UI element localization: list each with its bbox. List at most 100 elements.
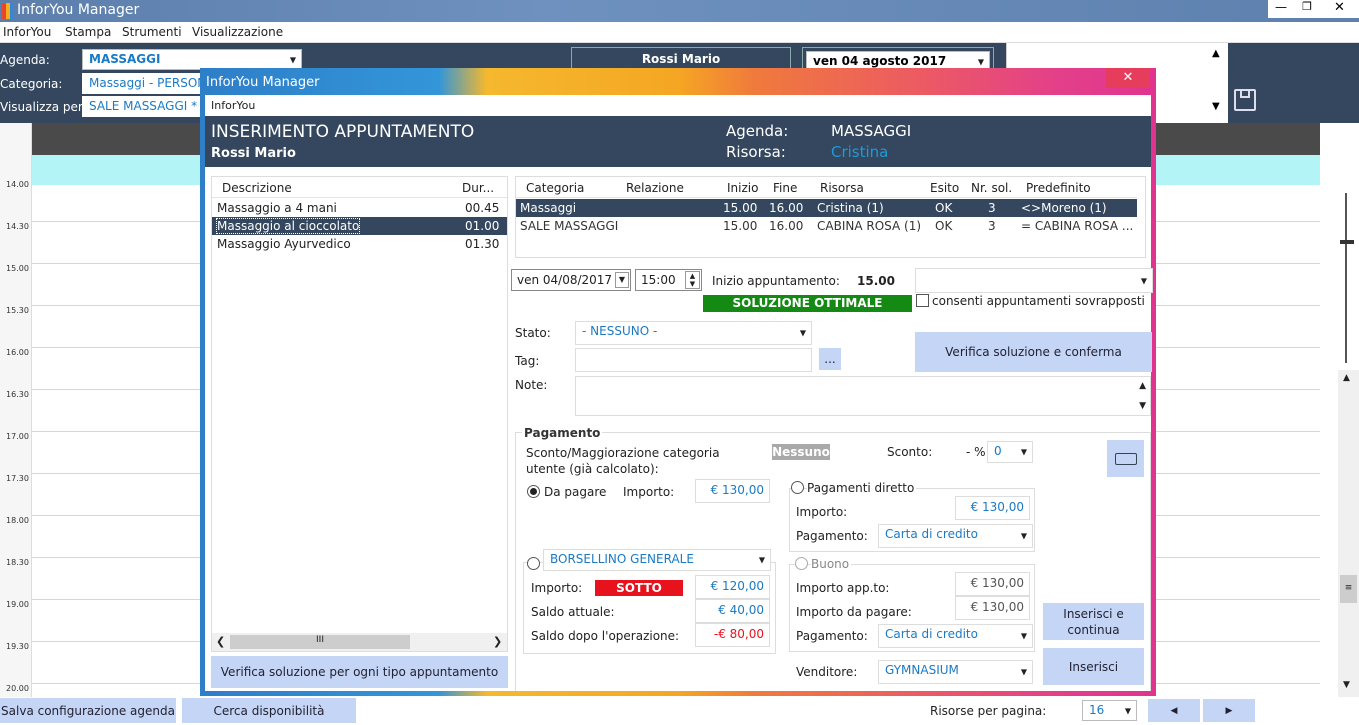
insert-continue-button[interactable]: Inserisci e continua — [1043, 603, 1144, 640]
borsellino-select[interactable]: BORSELLINO GENERALE ▼ — [543, 549, 771, 571]
col-risorsa[interactable]: Risorsa — [820, 181, 864, 195]
borsellino-radio[interactable] — [527, 557, 540, 570]
per-page-select[interactable]: 16 ▼ — [1082, 700, 1137, 721]
menu-strumenti[interactable]: Strumenti — [122, 25, 182, 39]
sconto-select[interactable]: 0 ▼ — [987, 441, 1033, 463]
services-header: Descrizione Dur... — [212, 177, 507, 198]
service-duration: 01.30 — [465, 237, 500, 251]
verify-confirm-button[interactable]: Verifica soluzione e conferma — [915, 332, 1152, 372]
scroll-up-icon[interactable]: ▲ — [1343, 373, 1350, 383]
stato-select[interactable]: - NESSUNO - ▼ — [575, 321, 812, 345]
appointment-time-stepper[interactable]: 15:00 ▲ ▼ — [635, 269, 702, 291]
scroll-down-icon[interactable]: ▼ — [1343, 680, 1350, 690]
next-page-button[interactable]: ▶ — [1203, 699, 1255, 722]
service-name: Massaggio al cioccolato — [215, 218, 361, 234]
scroll-left-icon[interactable]: ❮ — [216, 635, 225, 648]
solution-select[interactable]: ▼ — [915, 268, 1153, 293]
restore-button[interactable]: ❐ — [1294, 0, 1320, 18]
dialog-close-button[interactable]: ✕ — [1106, 68, 1150, 88]
resource-row-selected[interactable]: Massaggi 15.00 16.00 Cristina (1) OK 3 <… — [516, 199, 1137, 217]
diretto-label: Pagamenti diretto — [807, 481, 917, 495]
service-row[interactable]: Massaggio Ayurvedico 01.30 — [212, 235, 507, 253]
col-nr-sol[interactable]: Nr. sol. — [971, 181, 1012, 195]
col-predefinito[interactable]: Predefinito — [1026, 181, 1091, 195]
dialog-risorsa-value[interactable]: Cristina — [831, 143, 888, 161]
bors-importo-field[interactable]: € 120,00 — [695, 575, 770, 599]
sconto-value: 0 — [994, 444, 1002, 458]
cell-nr-sol: 3 — [988, 219, 996, 233]
zoom-panel — [1320, 123, 1359, 370]
prev-page-button[interactable]: ◀ — [1148, 699, 1200, 722]
services-hscrollbar[interactable]: ❮ III ❯ — [212, 633, 507, 651]
zoom-slider-thumb[interactable] — [1340, 240, 1354, 244]
col-durata[interactable]: Dur... — [462, 181, 494, 195]
buono-pagamento-value: Carta di credito — [885, 627, 978, 641]
cell-fine: 16.00 — [769, 219, 804, 233]
appointment-date-picker[interactable]: ven 04/08/2017 ▼ — [511, 269, 631, 291]
buono-pagamento-select[interactable]: Carta di credito ▼ — [878, 624, 1033, 648]
diretto-radio[interactable] — [791, 481, 804, 494]
close-window-button[interactable]: ✕ — [1320, 0, 1359, 18]
diretto-pagamento-value: Carta di credito — [885, 527, 978, 541]
diretto-importo-field[interactable]: € 130,00 — [955, 496, 1030, 520]
note-textarea[interactable]: ▲ ▼ — [575, 376, 1151, 416]
importo-field[interactable]: € 130,00 — [695, 479, 770, 503]
dialog-body: InforYou INSERIMENTO APPUNTAMENTO Rossi … — [205, 95, 1153, 691]
menu-stampa[interactable]: Stampa — [65, 25, 111, 39]
venditore-select[interactable]: GYMNASIUM ▼ — [878, 660, 1033, 684]
col-relazione[interactable]: Relazione — [626, 181, 684, 195]
zoom-slider-track[interactable] — [1345, 193, 1347, 363]
save-icon[interactable] — [1234, 89, 1256, 111]
col-fine[interactable]: Fine — [773, 181, 797, 195]
scroll-down-icon[interactable]: ▼ — [1212, 101, 1220, 112]
save-config-button[interactable]: Salva configurazione agenda — [0, 698, 176, 723]
service-row-selected[interactable]: Massaggio al cioccolato 01.00 — [212, 217, 507, 235]
menu-inforyou[interactable]: InforYou — [3, 25, 51, 39]
insert-button[interactable]: Inserisci — [1043, 648, 1144, 685]
tag-browse-button[interactable]: ... — [819, 348, 841, 370]
scrollbar-thumb[interactable]: ≡ — [1340, 575, 1357, 603]
saldo-dopo-field: -€ 80,00 — [695, 623, 770, 647]
vertical-scrollbar[interactable]: ▲ ≡ ▼ — [1338, 370, 1359, 697]
col-descrizione[interactable]: Descrizione — [222, 181, 292, 195]
resource-row[interactable]: SALE MASSAGGI 15.00 16.00 CABINA ROSA (1… — [516, 217, 1137, 235]
verify-all-button[interactable]: Verifica soluzione per ogni tipo appunta… — [211, 656, 508, 688]
dialog-menu-inforyou[interactable]: InforYou — [211, 99, 255, 112]
categoria-select-value: Massaggi - PERSONA — [89, 76, 215, 90]
agenda-select-value: MASSAGGI — [89, 52, 161, 66]
scroll-up-icon[interactable]: ▲ — [1212, 48, 1220, 59]
visualizza-select-value: SALE MASSAGGI * — [89, 99, 198, 113]
inizio-value: 15.00 — [857, 274, 895, 288]
cell-inizio: 15.00 — [723, 219, 758, 233]
scroll-up-icon[interactable]: ▲ — [1139, 381, 1146, 391]
services-list: Descrizione Dur... Massaggio a 4 mani 00… — [211, 176, 508, 652]
col-categoria[interactable]: Categoria — [526, 181, 584, 195]
visualizza-label: Visualizza per: — [0, 100, 87, 114]
time-slot-label: 19.00 — [6, 600, 29, 609]
col-esito[interactable]: Esito — [930, 181, 959, 195]
stepper-arrows-icon[interactable]: ▲ ▼ — [685, 271, 700, 289]
diretto-importo-value: € 130,00 — [970, 500, 1024, 514]
scroll-right-icon[interactable]: ❯ — [493, 635, 502, 648]
diretto-pagamento-select[interactable]: Carta di credito ▼ — [878, 524, 1033, 548]
scrollbar-thumb[interactable]: III — [230, 635, 410, 649]
da-pagare-radio[interactable] — [527, 485, 540, 498]
nessuno-badge: Nessuno — [772, 444, 830, 460]
sotto-soglia-badge: SOTTO SOGLIA — [595, 580, 683, 611]
importo-app-field: € 130,00 — [955, 572, 1030, 596]
menu-visualizzazione[interactable]: Visualizzazione — [192, 25, 283, 39]
coupon-button[interactable] — [1107, 440, 1144, 477]
agenda-select[interactable]: MASSAGGI ▼ — [82, 49, 302, 70]
minimize-button[interactable]: — — [1268, 0, 1294, 18]
payment-title: Pagamento — [522, 426, 603, 440]
tag-input[interactable] — [575, 348, 812, 372]
col-inizio[interactable]: Inizio — [727, 181, 758, 195]
chevron-down-icon: ▼ — [1020, 531, 1027, 541]
bors-importo-label: Importo: — [531, 581, 583, 595]
search-availability-button[interactable]: Cerca disponibilità — [182, 698, 356, 723]
service-row[interactable]: Massaggio a 4 mani 00.45 — [212, 199, 507, 217]
buono-radio[interactable] — [795, 557, 808, 570]
overlap-checkbox[interactable] — [916, 294, 929, 307]
sconto-categoria-label: Sconto/Maggiorazione categoria utente (g… — [526, 446, 720, 476]
scroll-down-icon[interactable]: ▼ — [1139, 401, 1146, 411]
